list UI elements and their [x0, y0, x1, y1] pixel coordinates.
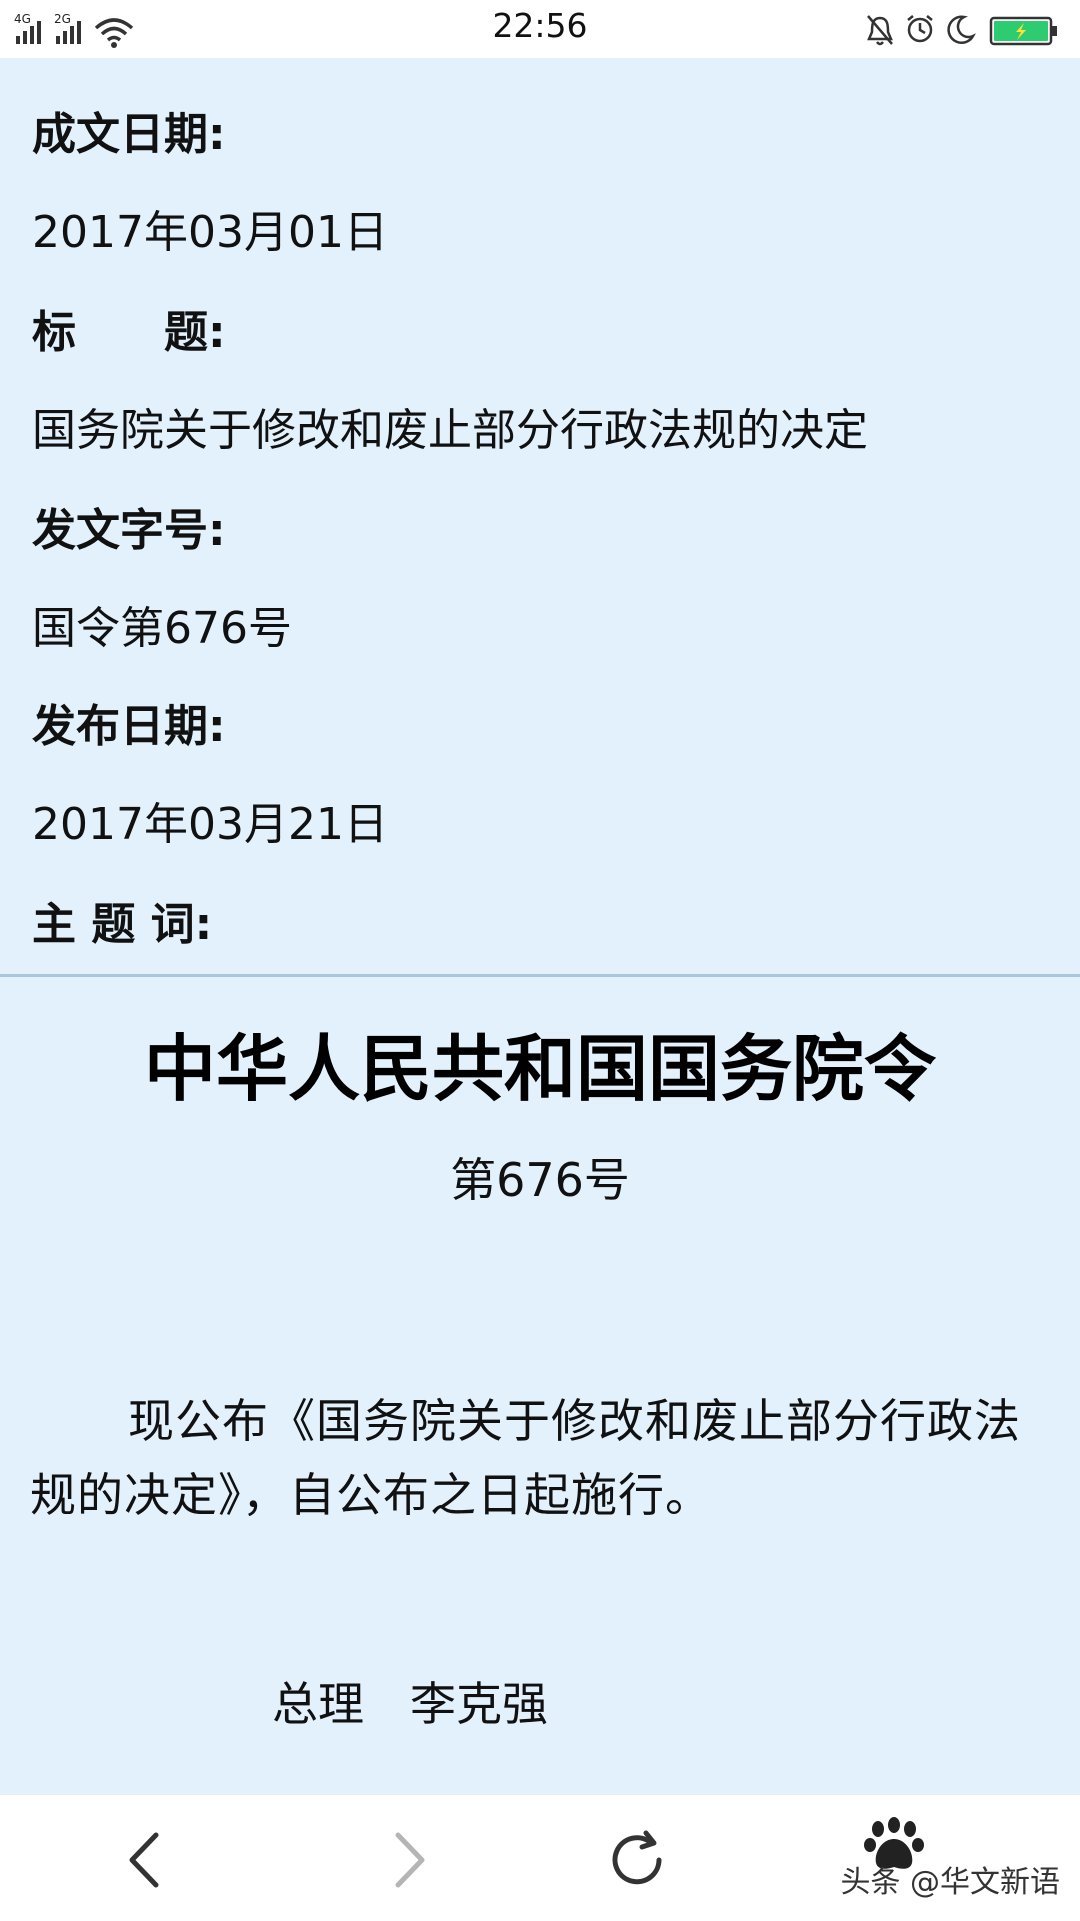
title-label: 标 题: [32, 307, 226, 358]
watermark-text: 头条 @华文新语 [840, 1865, 1060, 1900]
alarm-icon [907, 15, 933, 43]
mute-bell-icon [867, 15, 893, 46]
refresh-button[interactable] [602, 1825, 672, 1895]
status-bar: 4G 2G 22:56 [0, 0, 1080, 58]
publish-date-value: 2017年03月21日 [32, 799, 388, 850]
forward-button[interactable] [372, 1825, 442, 1895]
document-body: 现公布《国务院关于修改和废止部分行政法规的决定》，自公布之日起施行。 [30, 1394, 1021, 1522]
forward-icon [395, 1832, 425, 1888]
moon-icon [947, 15, 976, 45]
browser-bottom-bar: 头条 @华文新语 [0, 1794, 1080, 1921]
doc-no-label: 发文字号: [32, 505, 226, 556]
battery-charging-icon [989, 16, 1057, 46]
keywords-label: 主 题 词: [32, 899, 213, 950]
document-content: 成文日期: 2017年03月01日 标 题: 国务院关于修改和废止部分行政法规的… [0, 58, 1080, 1794]
doc-no-value: 国令第676号 [32, 603, 292, 654]
status-right-group [866, 10, 1066, 50]
document-signature: 总理 李克强 [272, 1677, 548, 1731]
refresh-icon [612, 1830, 662, 1885]
publish-date-label: 发布日期: [32, 701, 226, 752]
back-button[interactable] [112, 1825, 182, 1895]
title-value: 国务院关于修改和废止部分行政法规的决定 [32, 405, 868, 456]
back-icon [129, 1832, 159, 1888]
document-title: 中华人民共和国国务院令 [143, 1027, 936, 1111]
section-divider [0, 974, 1080, 977]
document-number: 第676号 [450, 1153, 630, 1207]
written-date-label: 成文日期: [32, 109, 226, 160]
written-date-value: 2017年03月01日 [32, 207, 388, 258]
